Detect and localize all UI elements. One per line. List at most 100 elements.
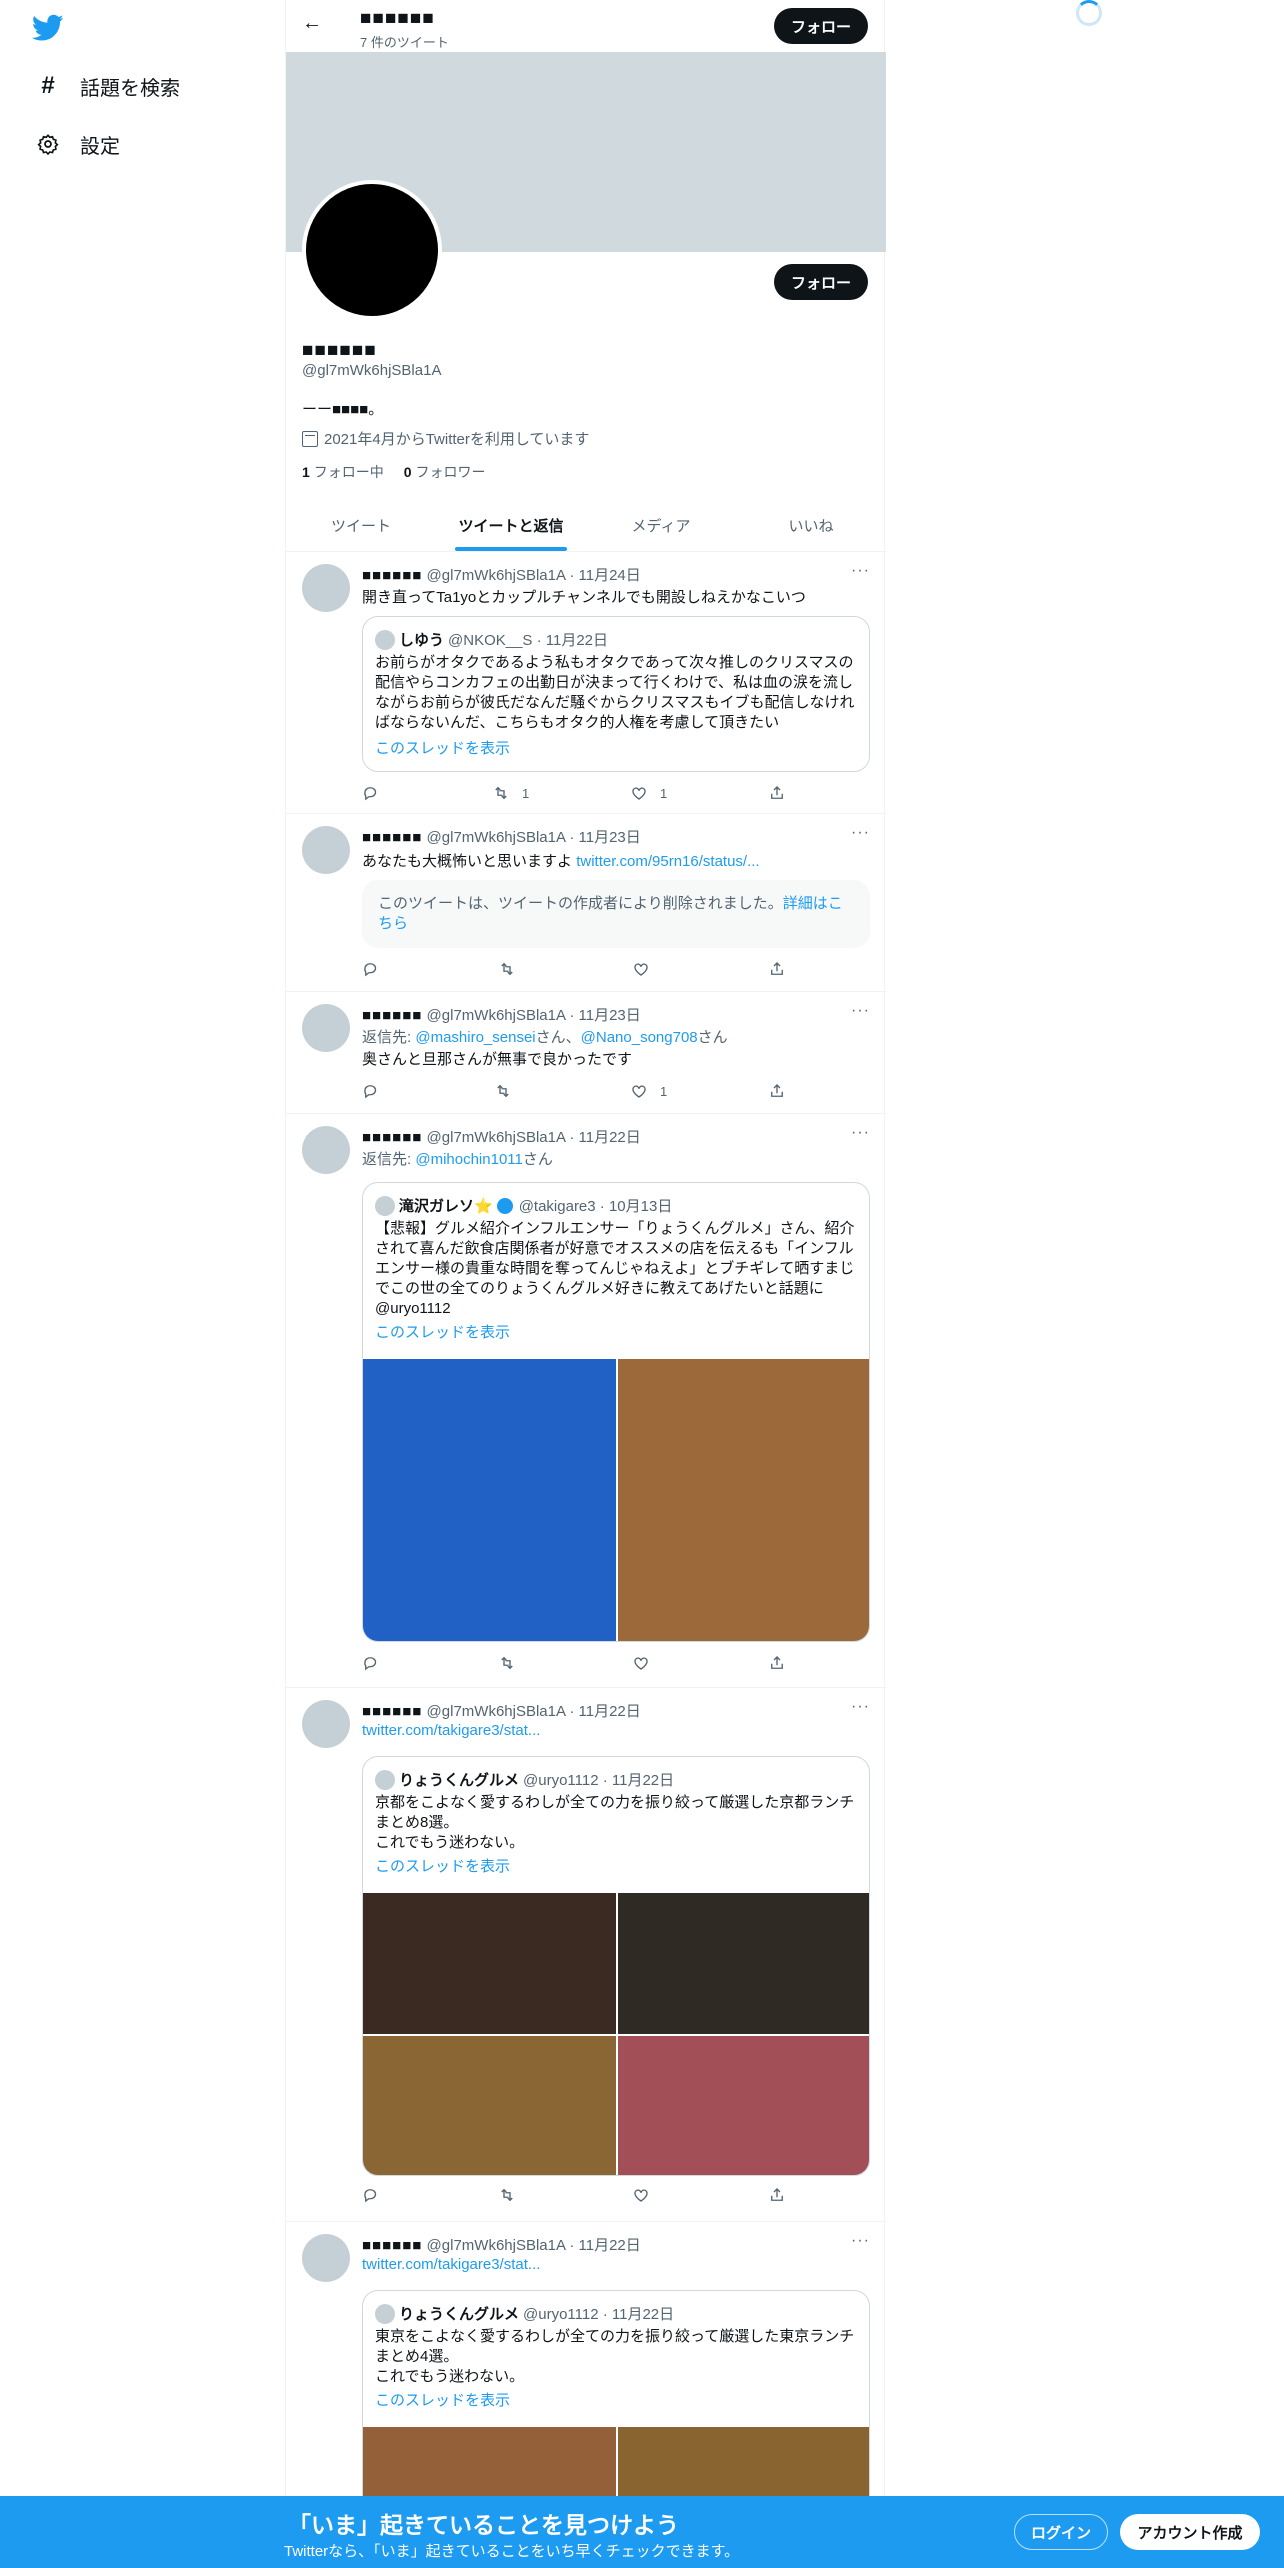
avatar[interactable] xyxy=(302,1700,350,1748)
show-thread-link[interactable]: このスレッドを表示 xyxy=(375,737,510,758)
tweet-link[interactable]: twitter.com/takigare3/stat... xyxy=(362,2256,540,2273)
avatar[interactable] xyxy=(302,2234,350,2282)
tweet-author[interactable]: ■■■■■■ xyxy=(362,1129,422,1146)
nav-settings-label: 設定 xyxy=(80,135,120,158)
reply-to: 返信先: @mashiro_senseiさん、@Nano_song708さん xyxy=(362,1026,728,1047)
tweet-author[interactable]: ■■■■■■ xyxy=(362,829,422,846)
follow-button[interactable]: フォロー xyxy=(774,264,868,300)
quote-avatar xyxy=(375,2303,395,2324)
quote-author: りょうくんグルメ xyxy=(399,2306,520,2323)
reply-button[interactable] xyxy=(362,2186,380,2204)
quote-image[interactable] xyxy=(618,1359,869,1641)
tweet-author[interactable]: ■■■■■■ xyxy=(362,2237,422,2254)
tweet[interactable]: ■■■■■■ @gl7mWk6hjSBla1A · 11月24日 ··· 開き直… xyxy=(286,552,886,814)
login-button[interactable]: ログイン xyxy=(1014,2514,1108,2550)
following-link[interactable]: 1 フォロー中 xyxy=(302,464,384,480)
tweet-link[interactable]: twitter.com/takigare3/stat... xyxy=(362,1722,540,1739)
profile-follow-stats: 1 フォロー中 0 フォロワー xyxy=(302,462,485,482)
quote-tweet[interactable]: りょうくんグルメ @uryo1112 · 11月22日 京都をこよなく愛するわしが… xyxy=(362,1756,870,2176)
quote-meta: @takigare3 · 10月13日 xyxy=(518,1198,673,1215)
like-button[interactable] xyxy=(632,960,650,978)
show-thread-link[interactable]: このスレッドを表示 xyxy=(375,1855,510,1876)
profile-avatar[interactable] xyxy=(302,180,442,320)
more-icon[interactable]: ··· xyxy=(851,824,870,842)
retweet-button[interactable] xyxy=(498,960,516,978)
like-button[interactable] xyxy=(632,1654,650,1672)
share-button[interactable] xyxy=(768,960,786,978)
more-icon[interactable]: ··· xyxy=(851,562,870,580)
tweet-author[interactable]: ■■■■■■ xyxy=(362,1703,422,1720)
hashtag-icon: # xyxy=(41,72,55,99)
followers-label: フォロワー xyxy=(415,464,486,480)
share-button[interactable] xyxy=(768,784,786,802)
tweet-author[interactable]: ■■■■■■ xyxy=(362,567,422,584)
tweet[interactable]: ■■■■■■ @gl7mWk6hjSBla1A · 11月22日 ··· 返信先… xyxy=(286,1114,886,1688)
like-button[interactable]: 1 xyxy=(630,1082,667,1100)
tab-tweets-replies[interactable]: ツイートと返信 xyxy=(436,500,586,551)
profile-handle: @gl7mWk6hjSBla1A xyxy=(302,362,442,379)
like-count: 1 xyxy=(660,1083,668,1099)
back-arrow-icon[interactable]: ← xyxy=(302,12,322,35)
share-button[interactable] xyxy=(768,1082,786,1100)
more-icon[interactable]: ··· xyxy=(851,1124,870,1142)
show-thread-link[interactable]: このスレッドを表示 xyxy=(375,1321,510,1342)
tab-media[interactable]: メディア xyxy=(586,500,736,551)
more-icon[interactable]: ··· xyxy=(851,1698,870,1716)
tweet-actions xyxy=(362,2186,792,2206)
more-icon[interactable]: ··· xyxy=(851,2232,870,2250)
tweet-text: 開き直ってTa1yoとカップルチャンネルでも開設しねえかなこいつ xyxy=(362,589,806,606)
quote-tweet[interactable]: しゆう @NKOK__S · 11月22日 お前らがオタクであるよう私もオタクであ… xyxy=(362,616,870,772)
gear-icon xyxy=(36,132,60,156)
quote-tweet[interactable]: 滝沢ガレソ⭐ @takigare3 · 10月13日 【悲報】グルメ紹介インフルエ… xyxy=(362,1182,870,1642)
tweet[interactable]: ■■■■■■ @gl7mWk6hjSBla1A · 11月23日 ··· 返信先… xyxy=(286,992,886,1114)
tweet[interactable]: ■■■■■■ @gl7mWk6hjSBla1A · 11月22日 ··· twi… xyxy=(286,1688,886,2222)
share-button[interactable] xyxy=(768,1654,786,1672)
avatar[interactable] xyxy=(302,564,350,612)
retweet-button[interactable] xyxy=(494,1082,512,1100)
quote-image[interactable] xyxy=(618,1893,869,2034)
tweet-actions xyxy=(362,1654,792,1674)
quote-image[interactable] xyxy=(363,1359,616,1641)
profile-name: ■■■■■■ xyxy=(302,340,377,361)
signup-button[interactable]: アカウント作成 xyxy=(1120,2514,1260,2550)
share-button[interactable] xyxy=(768,2186,786,2204)
retweet-button[interactable]: 1 xyxy=(492,784,529,802)
reply-mention[interactable]: @mashiro_sensei xyxy=(415,1029,535,1046)
reply-button[interactable] xyxy=(362,1082,380,1100)
quote-author: しゆう xyxy=(399,632,445,649)
profile-bio: ーー■■■■。 xyxy=(302,401,384,418)
nav-explore[interactable]: # 話題を検索 xyxy=(36,66,180,106)
avatar[interactable] xyxy=(302,826,350,874)
follow-button-top[interactable]: フォロー xyxy=(774,8,868,44)
quote-image[interactable] xyxy=(363,2036,616,2175)
more-icon[interactable]: ··· xyxy=(851,1002,870,1020)
reply-suffix: さん xyxy=(522,1151,553,1168)
like-button[interactable] xyxy=(632,2186,650,2204)
reply-button[interactable] xyxy=(362,1654,380,1672)
quote-image[interactable] xyxy=(363,1893,616,2034)
reply-mention[interactable]: @mihochin1011 xyxy=(415,1151,523,1168)
tweet-link[interactable]: twitter.com/95rn16/status/... xyxy=(576,853,759,870)
like-button[interactable]: 1 xyxy=(630,784,667,802)
avatar[interactable] xyxy=(302,1126,350,1174)
reply-button[interactable] xyxy=(362,784,380,802)
show-thread-link[interactable]: このスレッドを表示 xyxy=(375,2389,510,2410)
reply-mention[interactable]: @Nano_song708 xyxy=(581,1029,698,1046)
nav-settings[interactable]: 設定 xyxy=(36,124,120,164)
quote-text: 京都をこよなく愛するわしが全ての力を振り絞って厳選した京都ランチまとめ8選。 こ… xyxy=(375,1794,855,1851)
reply-button[interactable] xyxy=(362,960,380,978)
tweet[interactable]: ■■■■■■ @gl7mWk6hjSBla1A · 11月23日 ··· あなた… xyxy=(286,814,886,992)
retweet-icon xyxy=(501,1656,513,1670)
retweet-button[interactable] xyxy=(498,2186,516,2204)
tab-likes[interactable]: いいね xyxy=(736,500,886,551)
twitter-logo-icon[interactable] xyxy=(32,14,64,42)
avatar[interactable] xyxy=(302,1004,350,1052)
reply-icon xyxy=(364,1657,377,1671)
followers-count: 0 xyxy=(403,464,412,480)
followers-link[interactable]: 0 フォロワー xyxy=(404,464,486,480)
deleted-text: このツイートは、ツイートの作成者により削除されました。 xyxy=(378,895,783,912)
quote-image[interactable] xyxy=(618,2036,869,2175)
tab-tweets[interactable]: ツイート xyxy=(286,500,436,551)
retweet-button[interactable] xyxy=(498,1654,516,1672)
tweet-author[interactable]: ■■■■■■ xyxy=(362,1007,422,1024)
